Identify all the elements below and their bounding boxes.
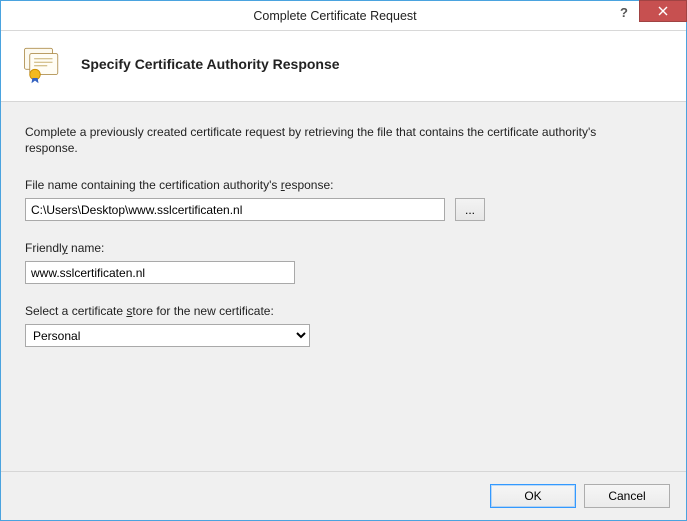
file-name-row: ... [25, 198, 662, 221]
window-title: Complete Certificate Request [1, 9, 609, 23]
description-text: Complete a previously created certificat… [25, 124, 645, 156]
help-icon: ? [620, 5, 628, 20]
header-area: Specify Certificate Authority Response [1, 31, 686, 102]
browse-button[interactable]: ... [455, 198, 485, 221]
cancel-button[interactable]: Cancel [584, 484, 670, 508]
file-name-input[interactable] [25, 198, 445, 221]
dialog-window: Complete Certificate Request ? Specify C… [0, 0, 687, 521]
friendly-name-row [25, 261, 662, 284]
certificate-store-select[interactable]: Personal [25, 324, 310, 347]
store-label: Select a certificate store for the new c… [25, 304, 662, 318]
title-controls: ? [609, 1, 686, 30]
store-row: Personal [25, 324, 662, 347]
header-title: Specify Certificate Authority Response [81, 56, 340, 72]
help-button[interactable]: ? [609, 1, 639, 23]
footer: OK Cancel [1, 471, 686, 520]
close-button[interactable] [639, 0, 687, 22]
close-icon [658, 6, 668, 16]
titlebar: Complete Certificate Request ? [1, 1, 686, 31]
friendly-name-input[interactable] [25, 261, 295, 284]
certificate-icon [21, 43, 63, 85]
body-area: Complete a previously created certificat… [1, 102, 686, 471]
friendly-name-label: Friendly name: [25, 241, 662, 255]
ok-button[interactable]: OK [490, 484, 576, 508]
file-name-label: File name containing the certification a… [25, 178, 662, 192]
